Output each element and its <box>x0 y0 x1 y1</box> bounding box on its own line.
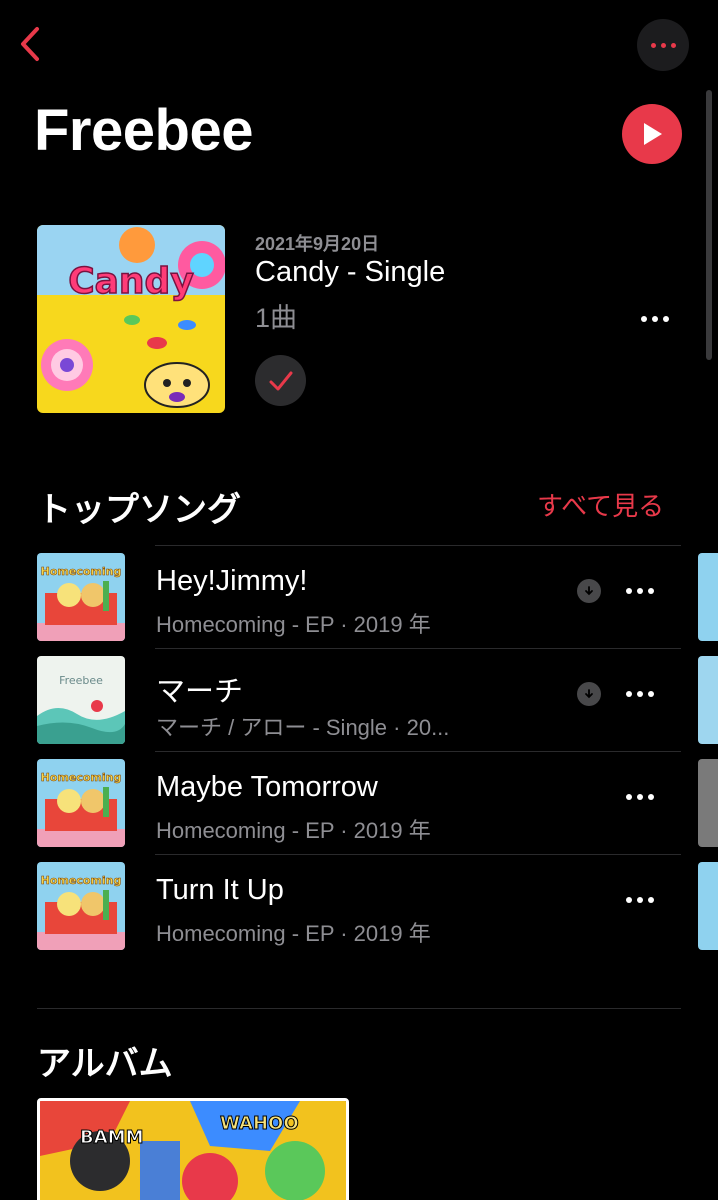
section-divider <box>37 1008 681 1009</box>
album-artwork[interactable]: BAMM WAHOO <box>37 1098 349 1200</box>
ellipsis-icon <box>626 691 654 697</box>
ellipsis-icon <box>626 794 654 800</box>
song-title: Hey!Jimmy! <box>156 565 308 597</box>
song-artwork: Homecoming <box>37 553 125 641</box>
divider <box>155 648 681 649</box>
song-art-text: Freebee <box>59 674 103 687</box>
song-more-button[interactable] <box>617 884 663 916</box>
song-subtitle: Homecoming - EP · 2019 年 <box>156 921 431 946</box>
song-row-hey-jimmy[interactable]: Homecoming Hey!Jimmy! Homecoming - EP · … <box>37 547 687 650</box>
song-art-text: Homecoming <box>41 565 122 578</box>
release-artwork[interactable]: Candy <box>37 225 225 413</box>
download-icon[interactable] <box>577 682 601 706</box>
next-column-peek[interactable] <box>698 553 718 641</box>
ellipsis-icon <box>626 588 654 594</box>
song-subtitle: Homecoming - EP · 2019 年 <box>156 818 431 843</box>
song-row-maybe-tomorrow[interactable]: Homecoming Maybe Tomorrow Homecoming - E… <box>37 753 687 856</box>
song-artwork: Homecoming <box>37 759 125 847</box>
song-title: マーチ <box>156 676 244 708</box>
ellipsis-icon <box>626 897 654 903</box>
song-row-march[interactable]: Freebee マーチ マーチ / アロー - Single · 20... <box>37 650 687 753</box>
svg-text:WAHOO: WAHOO <box>220 1113 299 1134</box>
ellipsis-icon <box>641 316 669 322</box>
song-artwork: Homecoming <box>37 862 125 950</box>
albums-heading: アルバム <box>37 1045 173 1083</box>
checkmark-icon <box>269 371 292 390</box>
song-subtitle: Homecoming - EP · 2019 年 <box>156 612 431 637</box>
chevron-left-icon <box>21 27 39 61</box>
song-artwork: Freebee <box>37 656 125 744</box>
next-column-peek[interactable] <box>698 759 718 847</box>
release-track-count: 1曲 <box>255 303 298 333</box>
release-date: 2021年9月20日 <box>255 234 380 254</box>
divider <box>155 854 681 855</box>
song-subtitle: マーチ / アロー - Single · 20... <box>156 715 450 740</box>
scrollbar[interactable] <box>706 90 712 360</box>
download-icon[interactable] <box>577 579 601 603</box>
song-more-button[interactable] <box>617 781 663 813</box>
divider <box>155 751 681 752</box>
release-more-button[interactable] <box>630 302 680 336</box>
added-to-library-button[interactable] <box>255 355 306 406</box>
svg-text:BAMM: BAMM <box>80 1127 143 1148</box>
song-art-text: Homecoming <box>41 874 122 887</box>
song-more-button[interactable] <box>617 678 663 710</box>
back-button[interactable] <box>10 22 50 66</box>
divider <box>155 545 681 546</box>
song-row-turn-it-up[interactable]: Homecoming Turn It Up Homecoming - EP · … <box>37 856 687 959</box>
see-all-link[interactable]: すべて見る <box>537 486 664 523</box>
play-button[interactable] <box>622 104 682 164</box>
next-column-peek[interactable] <box>698 656 718 744</box>
artist-title: Freebee <box>34 98 253 163</box>
more-options-button[interactable] <box>637 19 689 71</box>
release-title[interactable]: Candy - Single <box>255 256 445 289</box>
next-column-peek[interactable] <box>698 862 718 950</box>
song-art-text: Homecoming <box>41 771 122 784</box>
ellipsis-icon <box>650 42 676 48</box>
song-more-button[interactable] <box>617 575 663 607</box>
play-icon <box>644 123 662 145</box>
song-title: Maybe Tomorrow <box>156 771 378 803</box>
release-art-text: Candy <box>68 261 194 302</box>
song-title: Turn It Up <box>156 874 284 906</box>
top-songs-heading: トップソング <box>37 491 241 529</box>
